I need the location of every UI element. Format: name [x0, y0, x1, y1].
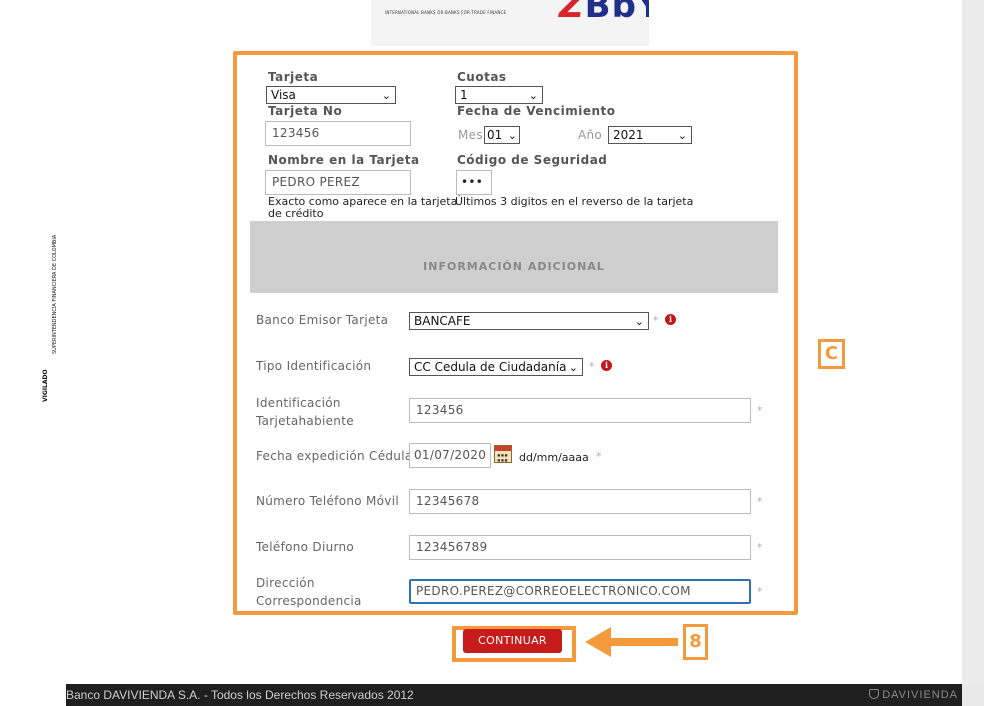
info-icon[interactable]: i — [665, 314, 676, 325]
calendar-icon[interactable]: ▪▪▪ ▪▪▪ — [494, 445, 512, 464]
codigo-hint: Últimos 3 digitos en el reverso de la ta… — [455, 195, 694, 208]
annotation-badge-8: 8 — [683, 624, 708, 660]
cuotas-label: Cuotas — [457, 70, 507, 84]
banco-select[interactable]: BANCAFE ⌄ — [409, 312, 649, 330]
info-icon[interactable]: i — [601, 360, 612, 371]
vigilado-label: VIGILADO — [42, 369, 49, 402]
cuotas-select[interactable]: 1 ⌄ — [455, 86, 543, 104]
required-mark: * — [596, 450, 602, 463]
identificacion-input[interactable]: 123456 — [409, 398, 751, 423]
tarjeta-no-label: Tarjeta No — [268, 104, 343, 118]
fecha-exp-input[interactable]: 01/07/2020 — [409, 443, 491, 468]
diurno-label: Teléfono Diurno — [256, 540, 355, 554]
tarjeta-no-input[interactable]: 123456 — [265, 121, 411, 146]
codigo-label: Código de Seguridad — [457, 153, 608, 167]
chevron-down-icon: ⌄ — [381, 89, 391, 102]
chevron-down-icon: ⌄ — [677, 129, 687, 142]
logo-tagline: INTERNATIONAL BANKS OR BANKS FOR TRADE F… — [385, 10, 507, 15]
required-mark: * — [757, 495, 763, 508]
direccion-input[interactable]: PEDRO.PEREZ@CORREOELECTRONICO.COM — [409, 579, 751, 604]
brand-logo: INTERNATIONAL BANKS OR BANKS FOR TRADE F… — [371, 0, 649, 46]
right-gutter — [962, 0, 984, 684]
nombre-hint-line2: de crédito — [268, 207, 324, 220]
chevron-down-icon: ⌄ — [568, 361, 578, 374]
nombre-input[interactable]: PEDRO PEREZ — [265, 170, 411, 195]
tipo-id-label: Tipo Identificación — [256, 359, 372, 373]
required-mark: * — [589, 360, 595, 373]
footer-copyright: Banco DAVIVIENDA S.A. - Todos los Derech… — [66, 688, 414, 702]
identificacion-label: Identificación — [256, 396, 341, 410]
section-header-band: INFORMACIÓN ADICIONAL — [250, 221, 778, 293]
direccion-label: Dirección — [256, 576, 315, 590]
direccion-label-line2: Correspondencia — [256, 594, 362, 608]
ano-label: Año — [578, 128, 603, 142]
tipo-id-select[interactable]: CC Cedula de Ciudadanía ⌄ — [409, 358, 583, 376]
ano-select[interactable]: 2021 ⌄ — [608, 126, 692, 144]
required-mark: * — [757, 541, 763, 554]
chevron-down-icon: ⌄ — [634, 315, 644, 328]
chevron-down-icon: ⌄ — [507, 129, 517, 142]
annotation-badge-c: C — [818, 339, 845, 369]
superintendencia-label: SUPERINTENDENCIA FINANCIERA DE COLOMBIA — [52, 234, 58, 354]
arrow-shaft — [608, 638, 678, 646]
vigilado-seal: VIGILADO SUPERINTENDENCIA FINANCIERA DE … — [40, 235, 70, 402]
fecha-exp-label: Fecha expedición Cédula — [256, 449, 413, 463]
codigo-input[interactable]: ••• — [456, 170, 492, 195]
diurno-input[interactable]: 123456789 — [409, 535, 751, 560]
required-mark: * — [653, 314, 659, 327]
movil-label: Número Teléfono Móvil — [256, 494, 399, 508]
identificacion-label-line2: Tarjetahabiente — [256, 414, 354, 428]
logo-wordmark: ZBbY — [559, 0, 649, 26]
required-mark: * — [757, 404, 763, 417]
mes-select[interactable]: 01 ⌄ — [484, 126, 520, 144]
vencimiento-label: Fecha de Vencimiento — [457, 104, 616, 118]
tarjeta-select[interactable]: Visa ⌄ — [266, 86, 396, 104]
footer: Banco DAVIVIENDA S.A. - Todos los Derech… — [66, 684, 962, 706]
footer-brand: DAVIVIENDA — [869, 689, 958, 701]
mes-label: Mes — [458, 128, 483, 142]
movil-input[interactable]: 12345678 — [409, 489, 751, 514]
nombre-label: Nombre en la Tarjeta — [268, 153, 420, 167]
banco-label: Banco Emisor Tarjeta — [256, 313, 389, 327]
tarjeta-label: Tarjeta — [268, 70, 319, 84]
davivienda-house-icon — [869, 689, 880, 699]
chevron-down-icon: ⌄ — [528, 89, 538, 102]
continue-button[interactable]: CONTINUAR — [463, 629, 562, 653]
fecha-format-hint: dd/mm/aaaa — [519, 451, 589, 464]
required-mark: * — [757, 585, 763, 598]
section-title: INFORMACIÓN ADICIONAL — [423, 260, 605, 273]
